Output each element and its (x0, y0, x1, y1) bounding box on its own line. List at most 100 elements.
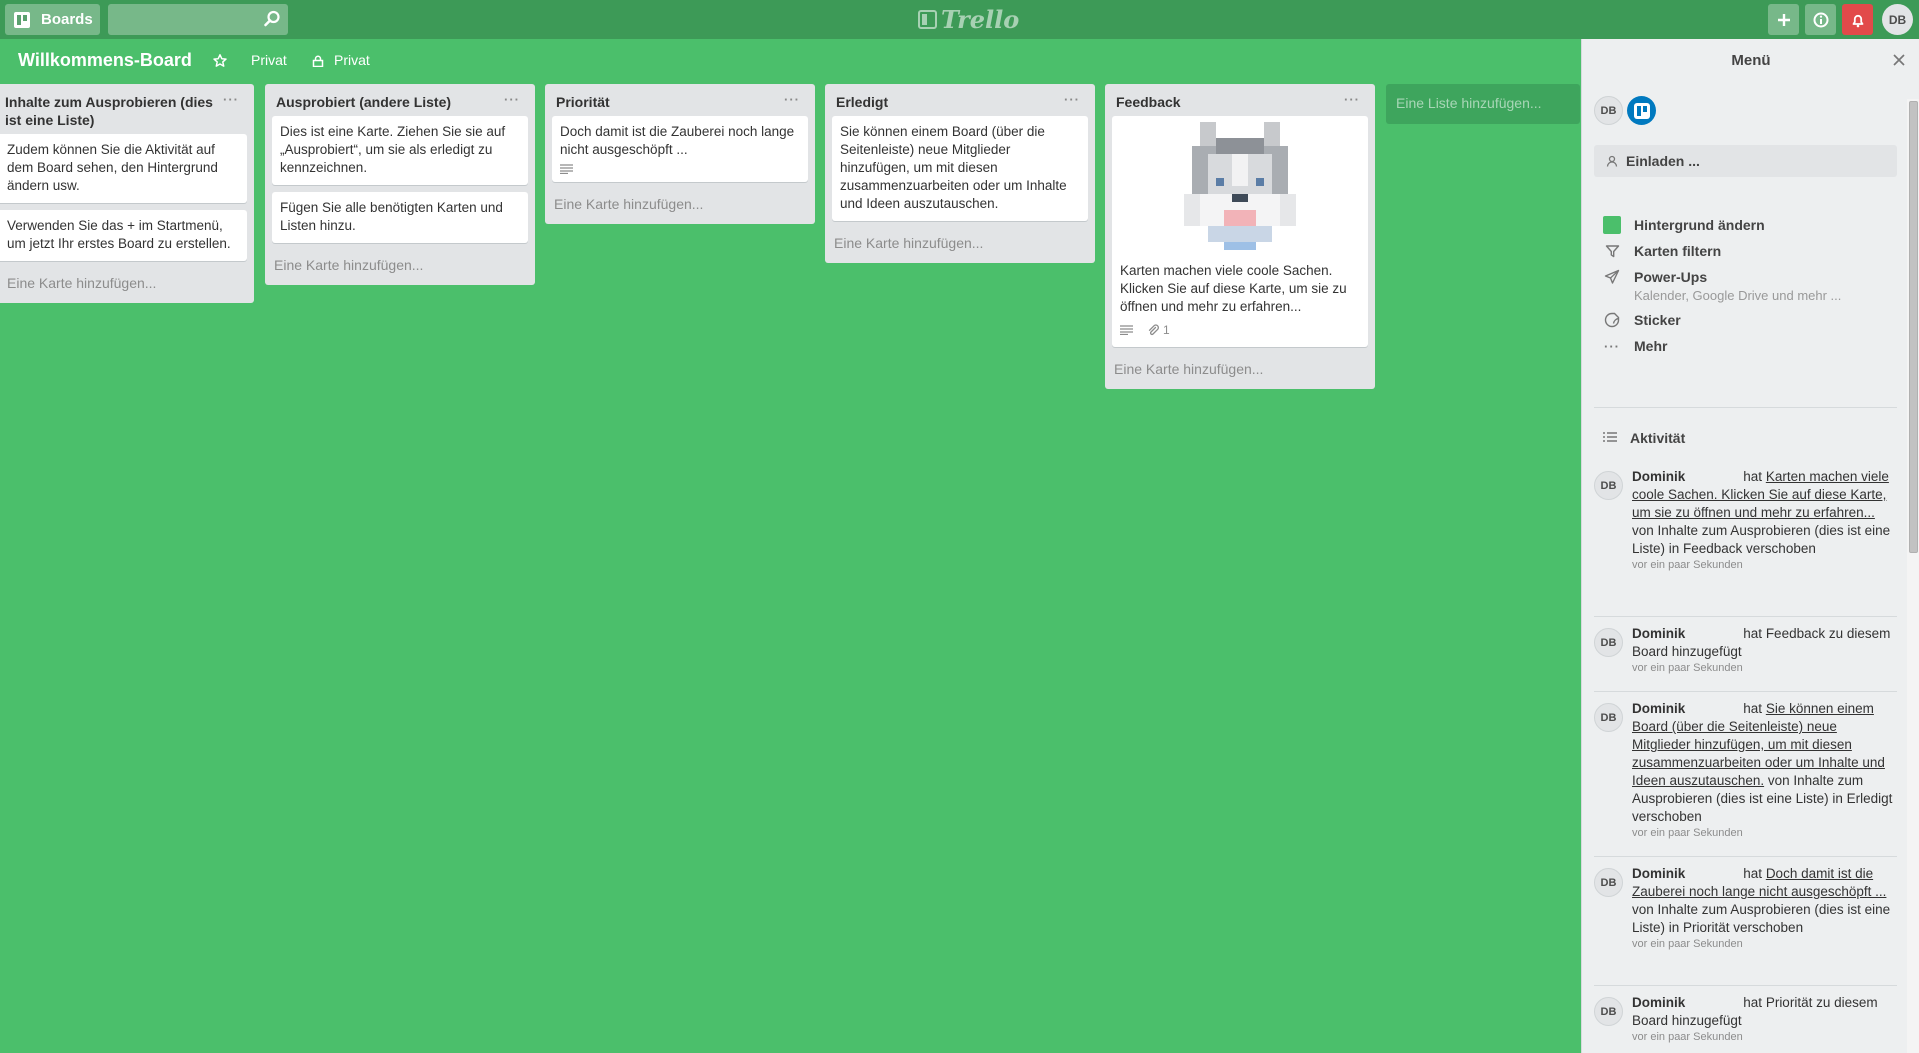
boards-icon (14, 11, 30, 28)
list-feedback: Feedback ··· Karten machen viele coole S… (1105, 84, 1375, 389)
menu-more[interactable]: ··· Mehr (1602, 336, 1667, 356)
invite-button[interactable]: Einladen ... (1594, 145, 1897, 177)
sidebar-scrollbar[interactable] (1907, 99, 1919, 1053)
menu-stickers[interactable]: Sticker (1602, 310, 1681, 330)
activity-item: DB Dominik hat Karten machen viele coole … (1594, 468, 1897, 572)
list-header[interactable]: Feedback ··· (1112, 84, 1368, 116)
menu-item-label: Mehr (1634, 338, 1668, 354)
activity-avatar[interactable]: DB (1594, 997, 1623, 1026)
card-text: Verwenden Sie das + im Startmenü, um jet… (7, 218, 231, 251)
list-header[interactable]: Inhalte zum Ausprobieren (dies ist eine … (0, 84, 247, 134)
activity-title: Aktivität (1630, 430, 1686, 446)
attachment-count: 1 (1163, 323, 1170, 337)
menu-item-label: Hintergrund ändern (1634, 217, 1765, 233)
activity-member-name[interactable]: Dominik (1632, 995, 1685, 1010)
list-header[interactable]: Priorität ··· (552, 84, 808, 116)
invite-label: Einladen ... (1626, 153, 1700, 169)
add-card-link[interactable]: Eine Karte hinzufügen... (832, 228, 1088, 263)
activity-verb: hat (1743, 469, 1763, 484)
activity-timestamp[interactable]: vor ein paar Sekunden (1632, 558, 1897, 572)
activity-member-name[interactable]: Dominik (1632, 469, 1685, 484)
list-title[interactable]: Feedback (1116, 94, 1181, 110)
info-button[interactable] (1805, 4, 1836, 35)
activity-text: von Inhalte zum Ausprobieren (dies ist e… (1632, 523, 1891, 556)
list-prioritaet: Priorität ··· Doch damit ist die Zaubere… (545, 84, 815, 224)
trello-member-avatar[interactable] (1627, 96, 1656, 125)
team-button[interactable]: Privat (251, 52, 287, 68)
activity-divider (1594, 616, 1897, 617)
add-button[interactable] (1768, 4, 1799, 35)
close-icon[interactable] (1892, 53, 1906, 67)
activity-list-icon (1603, 432, 1617, 442)
list-erledigt: Erledigt ··· Sie können einem Board (übe… (825, 84, 1095, 263)
activity-member-name[interactable]: Dominik (1632, 866, 1685, 881)
card-text: Dies ist eine Karte. Ziehen Sie sie auf … (280, 124, 506, 175)
list-title[interactable]: Ausprobiert (andere Liste) (276, 94, 451, 110)
activity-timestamp[interactable]: vor ein paar Sekunden (1632, 1030, 1897, 1044)
activity-timestamp[interactable]: vor ein paar Sekunden (1632, 826, 1897, 840)
add-list-button[interactable]: Eine Liste hinzufügen... (1386, 84, 1580, 124)
trello-bot-icon (1633, 102, 1650, 119)
list-ausprobiert: Ausprobiert (andere Liste) ··· Dies ist … (265, 84, 535, 285)
activity-avatar[interactable]: DB (1594, 868, 1623, 897)
trello-logo[interactable]: Trello (918, 4, 1019, 34)
list-menu-icon[interactable]: ··· (223, 91, 239, 109)
activity-member-name[interactable]: Dominik (1632, 701, 1685, 716)
visibility-button[interactable]: Privat (334, 52, 370, 68)
list-header[interactable]: Ausprobiert (andere Liste) ··· (272, 84, 528, 116)
notifications-button[interactable] (1842, 4, 1873, 35)
activity-item: DB Dominik hat Feedback zu diesem Board h… (1594, 625, 1897, 675)
sidebar-scroll-thumb[interactable] (1909, 101, 1918, 553)
list-menu-icon[interactable]: ··· (504, 91, 520, 109)
sidebar-title: Menü (1731, 52, 1771, 69)
activity-avatar[interactable]: DB (1594, 628, 1623, 657)
list-card[interactable]: Karten machen viele coole Sachen. Klicke… (1112, 116, 1368, 347)
card-text: Fügen Sie alle benötigten Karten und Lis… (280, 200, 503, 233)
list-card[interactable]: Doch damit ist die Zauberei noch lange n… (552, 116, 808, 182)
list-card[interactable]: Zudem können Sie die Aktivität auf dem B… (0, 134, 247, 203)
add-card-link[interactable]: Eine Karte hinzufügen... (1112, 354, 1368, 389)
list-card[interactable]: Dies ist eine Karte. Ziehen Sie sie auf … (272, 116, 528, 185)
trello-logo-text: Trello (941, 4, 1020, 34)
list-title[interactable]: Priorität (556, 94, 610, 110)
board-title[interactable]: Willkommens-Board (18, 50, 192, 71)
search-icon[interactable] (262, 9, 282, 29)
menu-filter-cards[interactable]: Karten filtern (1602, 241, 1721, 261)
list-card[interactable]: Verwenden Sie das + im Startmenü, um jet… (0, 210, 247, 261)
menu-power-ups[interactable]: Power-Ups Kalender, Google Drive und meh… (1602, 267, 1841, 305)
list-card[interactable]: Sie können einem Board (über die Seitenl… (832, 116, 1088, 221)
trello-logo-icon (918, 9, 937, 29)
star-icon[interactable] (212, 53, 228, 69)
activity-timestamp[interactable]: vor ein paar Sekunden (1632, 661, 1897, 675)
card-text: Doch damit ist die Zauberei noch lange n… (560, 124, 795, 157)
list-title[interactable]: Inhalte zum Ausprobieren (dies ist eine … (5, 94, 213, 128)
description-icon (560, 164, 573, 174)
more-icon: ··· (1604, 338, 1620, 354)
boards-button-label: Boards (41, 11, 93, 28)
member-avatar[interactable]: DB (1594, 96, 1623, 125)
card-badges: 1 (1120, 321, 1360, 339)
list-header[interactable]: Erledigt ··· (832, 84, 1088, 116)
boards-button[interactable]: Boards (5, 4, 100, 35)
list-menu-icon[interactable]: ··· (784, 91, 800, 109)
activity-avatar[interactable]: DB (1594, 471, 1623, 500)
add-card-link[interactable]: Eine Karte hinzufügen... (272, 250, 528, 285)
activity-member-name[interactable]: Dominik (1632, 626, 1685, 641)
color-swatch-icon (1602, 215, 1622, 235)
activity-item: DB Dominik hat Priorität zu diesem Board … (1594, 994, 1897, 1044)
list-card[interactable]: Fügen Sie alle benötigten Karten und Lis… (272, 192, 528, 243)
list-menu-icon[interactable]: ··· (1344, 91, 1360, 109)
activity-verb: hat (1743, 866, 1763, 881)
user-avatar[interactable]: DB (1882, 4, 1913, 35)
list-menu-icon[interactable]: ··· (1064, 91, 1080, 109)
person-add-icon (1606, 155, 1618, 167)
activity-avatar[interactable]: DB (1594, 703, 1623, 732)
add-card-link[interactable]: Eine Karte hinzufügen... (0, 268, 247, 303)
add-card-link[interactable]: Eine Karte hinzufügen... (552, 189, 808, 224)
filter-icon (1602, 241, 1622, 261)
search-input[interactable] (108, 4, 288, 35)
list-title[interactable]: Erledigt (836, 94, 888, 110)
activity-timestamp[interactable]: vor ein paar Sekunden (1632, 937, 1897, 951)
menu-change-background[interactable]: Hintergrund ändern (1602, 215, 1765, 235)
husky-cover-illustration (1184, 122, 1296, 250)
